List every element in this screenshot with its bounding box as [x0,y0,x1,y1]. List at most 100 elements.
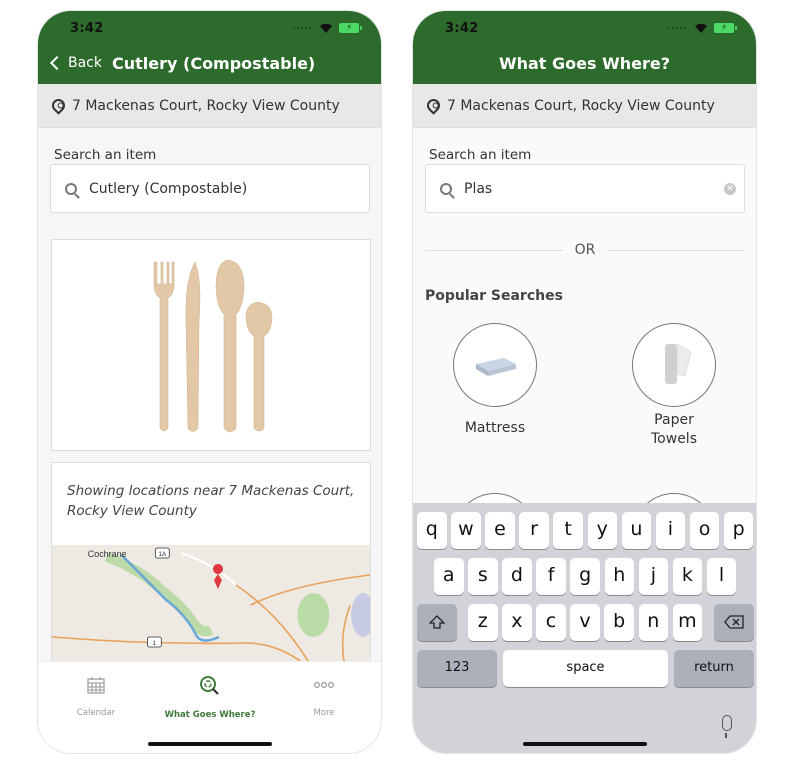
wifi-icon [320,23,332,33]
clear-search-icon[interactable]: ✕ [724,183,736,195]
popular-item-label: Mattress [464,420,526,436]
key-c[interactable]: c [536,604,566,641]
shift-key[interactable] [417,604,457,641]
battery-icon: ⚡ [339,23,362,33]
key-d[interactable]: d [502,558,532,595]
key-m[interactable]: m [672,604,703,641]
search-input[interactable]: Cutlery (Compostable) [50,164,370,213]
address-text: 7 Mackenas Court, Rocky View County [72,97,340,114]
key-g[interactable]: g [570,558,600,595]
paper-towels-icon [632,323,716,407]
teaspoon [245,301,273,432]
tab-label: What Goes Where? [164,710,256,720]
item-image-card [51,239,371,451]
more-icon [313,681,335,689]
popular-searches-title: Popular Searches [425,288,563,304]
highway-1-label: 1 [152,640,156,647]
divider-line [607,249,745,251]
signal-icon [293,26,311,30]
key-p[interactable]: p [723,512,754,549]
backspace-key[interactable] [714,604,754,641]
battery-icon: ⚡ [714,23,737,33]
home-indicator [522,742,647,746]
key-v[interactable]: v [570,604,600,641]
back-button[interactable]: Back [46,55,102,71]
tab-bar: Calendar What Goes Where? More [38,661,381,753]
phone-screen-item-detail: 3:42 ⚡ Back Cutlery (Compostable) 7 Mack… [37,10,382,754]
location-pin-icon [49,96,68,115]
calendar-icon [87,677,105,694]
space-key[interactable]: space [503,650,668,687]
key-n[interactable]: n [638,604,668,641]
search-value: Cutlery (Compostable) [89,180,248,197]
status-time: 3:42 [70,21,104,36]
key-u[interactable]: u [621,512,652,549]
chevron-left-icon [49,55,65,71]
microphone-icon[interactable] [722,715,732,738]
page-title: Cutlery (Compostable) [112,54,316,73]
wifi-icon [695,23,707,33]
key-z[interactable]: z [468,604,498,641]
locations-card: Showing locations near 7 Mackenas Court,… [51,462,371,682]
key-y[interactable]: y [587,512,617,549]
key-h[interactable]: h [604,558,634,595]
location-pin-icon [424,96,443,115]
key-w[interactable]: w [451,512,481,549]
tab-what-goes-where[interactable]: What Goes Where? [155,676,265,720]
cutlery-image [153,259,273,433]
key-k[interactable]: k [672,558,703,595]
popular-item-mattress[interactable]: Mattress [420,323,570,438]
highway-1a-label: 1A [158,551,167,558]
key-e[interactable]: e [485,512,515,549]
search-icon [440,182,452,195]
tab-label: More [313,708,335,718]
tab-label: Calendar [76,708,116,718]
address-bar[interactable]: 7 Mackenas Court, Rocky View County [413,84,756,128]
popular-item-paper-towels[interactable]: Paper Towels [599,323,749,449]
key-q[interactable]: q [417,512,447,549]
search-input[interactable]: Plas ✕ [425,164,745,213]
map-label-cochrane: Cochrane [88,549,127,559]
popular-item-label: Paper Towels [651,412,697,447]
keyboard: qwertyuiop asdfghjkl zxcvbnm 123 space ret… [413,503,756,753]
status-time: 3:42 [445,21,479,36]
key-x[interactable]: x [502,604,532,641]
key-o[interactable]: o [689,512,720,549]
key-j[interactable]: j [638,558,669,595]
or-text: OR [574,242,596,258]
key-t[interactable]: t [553,512,583,549]
numbers-key[interactable]: 123 [417,650,497,687]
address-text: 7 Mackenas Court, Rocky View County [447,97,715,114]
tab-more[interactable]: More [269,676,379,718]
key-s[interactable]: s [468,558,498,595]
address-bar[interactable]: 7 Mackenas Court, Rocky View County [38,84,381,128]
shift-icon [428,615,446,629]
green-space [297,593,330,637]
status-icons: ⚡ [668,21,737,35]
search-icon [65,182,77,195]
key-f[interactable]: f [536,558,566,595]
status-icons: ⚡ [293,21,362,35]
backspace-icon [724,615,744,629]
knife [185,261,201,432]
key-l[interactable]: l [706,558,737,595]
phone-screen-search: 3:42 ⚡ What Goes Where? 7 Mackenas Court… [412,10,757,754]
recycle-search-icon [200,676,219,695]
tab-calendar[interactable]: Calendar [41,676,151,718]
key-a[interactable]: a [434,558,464,595]
key-r[interactable]: r [519,512,549,549]
key-i[interactable]: i [655,512,686,549]
or-divider: OR [425,242,745,258]
nav-bar: 3:42 ⚡ What Goes Where? [413,11,756,84]
search-label: Search an item [54,147,157,163]
fork [153,261,175,432]
page-title: What Goes Where? [498,54,671,73]
back-label: Back [68,55,102,71]
return-key[interactable]: return [674,650,754,687]
divider-line [425,249,563,251]
map-caption: Showing locations near 7 Mackenas Court,… [67,483,355,519]
spoon [215,259,245,433]
nav-bar: 3:42 ⚡ Back Cutlery (Compostable) [38,11,381,84]
search-label: Search an item [429,147,532,163]
key-b[interactable]: b [604,604,634,641]
